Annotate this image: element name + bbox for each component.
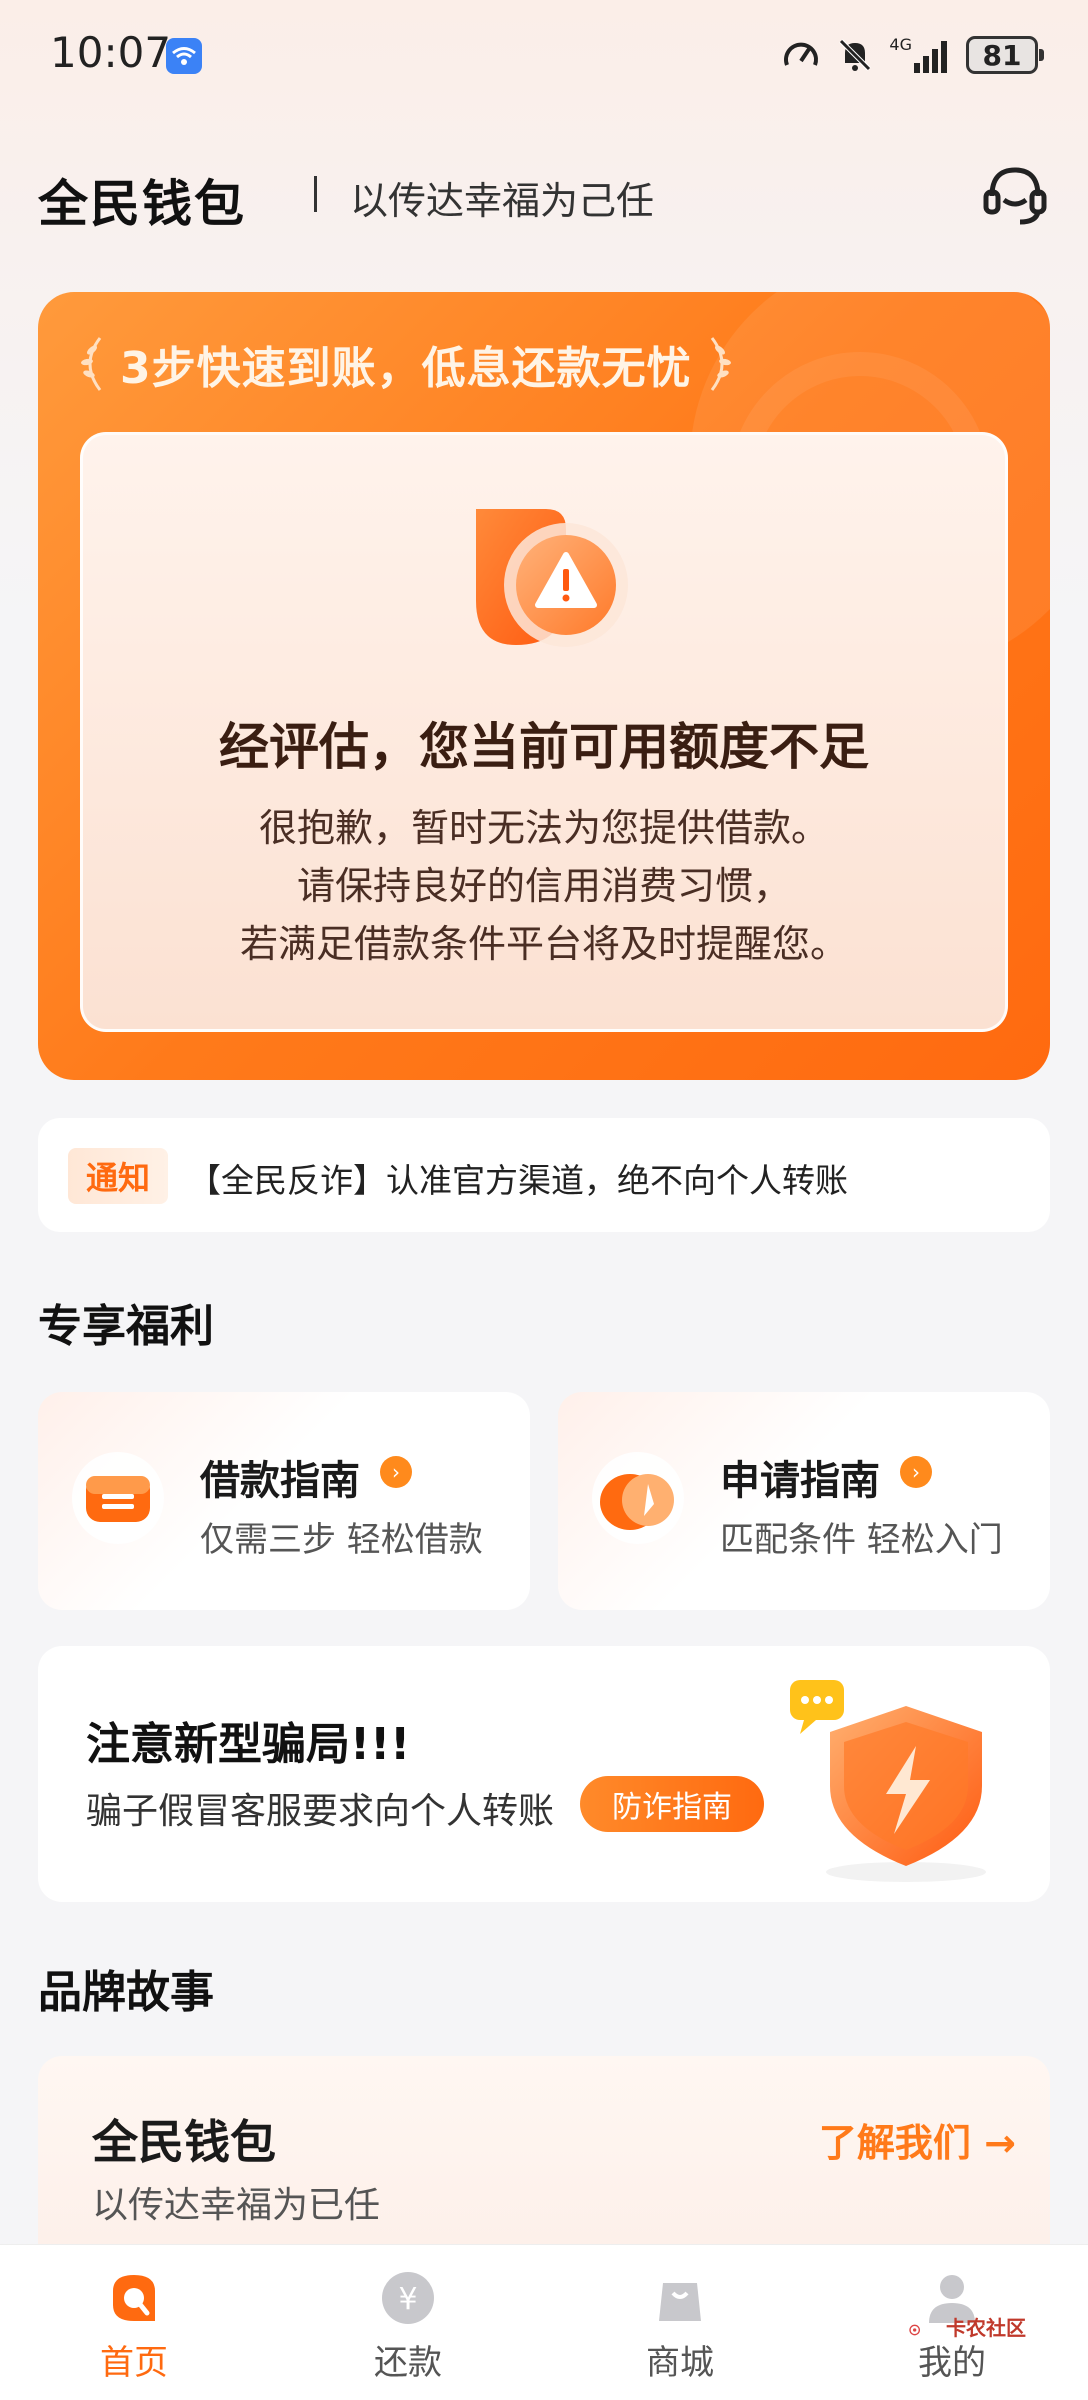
compass-icon (592, 1452, 684, 1544)
about-us-link[interactable]: 了解我们 → (819, 2112, 1016, 2167)
tab-repay[interactable]: ¥ 还款 (338, 2269, 478, 2389)
section-title-benefits: 专享福利 (38, 1301, 214, 1352)
header-divider (314, 176, 317, 212)
apply-guide-card[interactable]: 申请指南 › 匹配条件 轻松入门 (558, 1392, 1050, 1610)
hero-title-row: 3步快速到账，低息还款无忧 (74, 332, 738, 396)
chevron-right-icon: › (380, 1456, 412, 1488)
loan-guide-subtitle: 仅需三步 轻松借款 (200, 1520, 483, 1560)
tab-home[interactable]: 首页 (64, 2269, 204, 2389)
assessment-message-line: 请保持良好的信用消费习惯， (296, 864, 791, 908)
app-header: 全民钱包 以传达幸福为己任 (38, 160, 1050, 233)
signal-icon (914, 41, 947, 73)
battery-indicator: 81 (966, 36, 1044, 74)
fraud-subtitle: 骗子假冒客服要求向个人转账 (86, 1791, 555, 1832)
status-time: 10:07 (50, 28, 172, 77)
laurel-right-icon (710, 337, 731, 391)
watermark-text: 卡农社区 (946, 2316, 1026, 2340)
yuan-icon: ¥ (382, 2272, 434, 2324)
fraud-title: 注意新型骗局!!! (86, 1719, 411, 1770)
loan-guide-card[interactable]: 借款指南 › 仅需三步 轻松借款 (38, 1392, 530, 1610)
speed-icon (784, 42, 819, 66)
tab-mall[interactable]: 商城 (610, 2269, 750, 2389)
wifi-icon (166, 38, 202, 74)
customer-service-icon[interactable] (980, 160, 1050, 228)
notice-bar[interactable]: 通知 【全民反诈】认准官方渠道，绝不向个人转账 (38, 1118, 1050, 1232)
brand-name: 全民钱包 (38, 175, 246, 233)
section-title-brand-story: 品牌故事 (38, 1967, 214, 2018)
tab-label: 首页 (100, 2343, 168, 2383)
tab-label: 还款 (374, 2343, 442, 2383)
notice-tag: 通知 (68, 1148, 168, 1204)
home-icon (113, 2275, 155, 2321)
anti-fraud-guide-button[interactable]: 防诈指南 (580, 1776, 764, 1832)
chevron-right-icon: › (900, 1456, 932, 1488)
assessment-title: 经评估，您当前可用额度不足 (219, 718, 869, 776)
status-bar: 10:07 4G 81 (0, 0, 1088, 110)
tab-label: 商城 (646, 2343, 714, 2383)
notice-text: 【全民反诈】认准官方渠道，绝不向个人转账 (188, 1161, 848, 1200)
fraud-warning-card: 注意新型骗局!!! 骗子假冒客服要求向个人转账 防诈指南 (38, 1646, 1050, 1902)
shopping-bag-icon (659, 2283, 701, 2321)
laurel-left-icon (81, 337, 102, 391)
apply-guide-title: 申请指南 (720, 1458, 880, 1504)
tab-label: 我的 (918, 2343, 986, 2383)
hero-title: 3步快速到账，低息还款无忧 (120, 343, 692, 394)
loan-guide-title: 借款指南 (200, 1458, 360, 1504)
watermark-logo-icon (909, 2324, 920, 2336)
svg-text:¥: ¥ (398, 2282, 417, 2317)
credit-status-card: 3步快速到账，低息还款无忧 经评估，您当前可用额度不足 很抱歉，暂时无法为您提供… (38, 292, 1050, 1080)
brand-story-card[interactable]: 全民钱包 以传达幸福为已任 了解我们 → (38, 2056, 1050, 2246)
ticket-icon (72, 1452, 164, 1544)
story-subtitle: 以传达幸福为已任 (92, 2185, 381, 2226)
brand-slogan: 以传达幸福为己任 (350, 179, 655, 223)
assessment-panel: 经评估，您当前可用额度不足 很抱歉，暂时无法为您提供借款。 请保持良好的信用消费… (80, 432, 1008, 1032)
story-title: 全民钱包 (92, 2115, 276, 2169)
shield-icon (790, 1680, 986, 1882)
network-label: 4G (889, 35, 912, 54)
warning-icon (476, 509, 628, 647)
apply-guide-subtitle: 匹配条件 轻松入门 (720, 1520, 1003, 1560)
assessment-message-line: 很抱歉，暂时无法为您提供借款。 (258, 806, 829, 850)
mute-bell-icon (839, 39, 872, 71)
assessment-message-line: 若满足借款条件平台将及时提醒您。 (239, 922, 848, 966)
status-icons: 4G 81 (781, 32, 1044, 78)
